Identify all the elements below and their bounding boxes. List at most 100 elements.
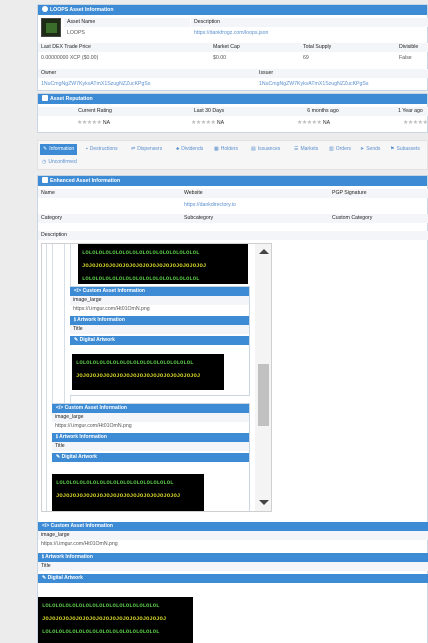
info-icon [42,6,48,12]
reputation-header: Asset Reputation [38,94,427,104]
name-label: Name [38,189,181,198]
digital-artwork-block: LOLOLOLOLOLOLOLOLOLOLOLOLOLOLOLOLOL JOJO… [72,354,224,390]
artwork-info-header: ℹ Artwork Information [70,316,249,325]
subassets-icon: ⚑ [390,146,395,152]
tab-information[interactable]: ✎ Information [40,144,78,155]
artwork-info-header: ℹ Artwork Information [38,553,428,562]
send-icon: ➤ [360,146,365,152]
asset-icon [41,18,61,37]
nested-custom-info: </> Custom Asset Information image_large… [70,286,250,396]
rating-30-days[interactable]: ★★★★★ NA [188,119,266,128]
description-section-label: Description [38,231,428,240]
issuer-label: Issuer [256,69,428,78]
total-supply-value: 69 [303,55,309,61]
outer-custom-info-header: </> Custom Asset Information [52,404,249,413]
website-label: Website [181,189,329,198]
brush-icon: ✎ [42,575,47,581]
custom-info-section: </> Custom Asset Information image_large… [38,522,428,583]
title-label: Title [52,442,249,451]
tab-destructions[interactable]: ▪ Destructions [86,144,118,155]
asset-name-value: LOOPS [67,30,85,36]
tab-sends[interactable]: ➤ Sends [360,144,380,155]
orders-icon: ▥ [329,146,334,152]
description-scrollbar[interactable] [255,244,271,511]
brush-icon: ✎ [56,454,61,460]
description-scroll-box[interactable]: LOLOLOLOLOLOLOLOLOLOLOLOLOLOLOLOLOL JOJO… [41,243,272,512]
total-supply-label: Total Supply [300,43,396,52]
tab-markets[interactable]: ☰ Markets [294,144,318,155]
digital-artwork-header: ✎ Digital Artwork [38,574,428,583]
code-icon: </> [42,523,50,529]
rating-current[interactable]: ★★★★★ NA [74,119,152,128]
rating-6-months[interactable]: ★★★★★ NA [294,119,372,128]
enhanced-info-panel: Enhanced Asset Information Name Website … [37,175,428,643]
tab-unconfirmed[interactable]: ◷ Unconfirmed [42,157,77,168]
rep-col-1-year: 1 Year ago [380,107,428,116]
shield-icon [42,95,48,101]
rep-col-current: Current Rating [38,107,152,116]
digital-artwork-main: LOLOLOLOLOLOLOLOLOLOLOLOLOLOLOLOLOL JOJO… [38,597,193,643]
image-url-link[interactable]: https://i.imgur.com/Ht01OmN.png [52,422,249,431]
tab-orders[interactable]: ▥ Orders [329,144,351,155]
image-large-label: image_large [70,296,249,305]
rating-1-year[interactable]: ★★★★★ [400,119,428,128]
market-cap-value: $0.00 [213,55,226,61]
subcategory-label: Subcategory [181,214,329,223]
tab-subassets[interactable]: ⚑ Subassets [390,144,420,155]
image-url-link[interactable]: https://i.imgur.com/Ht01OmN.png [70,305,249,314]
custom-category-label: Custom Category [329,214,428,223]
star-rating-icon: ★★★★★ [297,120,322,126]
digital-artwork-header: ✎ Digital Artwork [70,336,249,345]
star-rating-icon: ★★★★★ [191,120,216,126]
code-icon: </> [56,405,64,411]
scroll-up-arrow-icon[interactable] [259,249,269,254]
asset-info-header: LOOPS Asset Information [38,5,427,15]
artwork-top-block: LOLOLOLOLOLOLOLOLOLOLOLOLOLOLOLOLOL JOJO… [78,244,248,284]
description-link[interactable]: https://dankfrogz.com/loops.json [191,29,428,38]
tab-holders[interactable]: ▦ Holders [214,144,238,155]
owner-address-link[interactable]: 1NuCmgNgZW7KykvATmX1SzugNZZucKPgSs [38,80,256,89]
divisible-label: Divisible [396,43,428,52]
image-url-link[interactable]: https://i.imgur.com/Ht01OmN.png [38,540,428,549]
tab-dividends[interactable]: ♣ Dividends [176,144,203,155]
asset-name-label: Asset Name [64,18,190,27]
id-card-icon [42,177,48,183]
market-cap-label: Market Cap [210,43,300,52]
clock-icon: ◷ [42,159,47,165]
last-trade-label: Last DEX Trade Price [38,43,210,52]
nested-custom-info-outer: </> Custom Asset Information image_large… [52,403,250,511]
image-large-label: image_large [52,413,249,422]
code-icon: </> [74,288,82,294]
artwork-info-header: ℹ Artwork Information [52,433,249,442]
reputation-title: Asset Reputation [50,96,93,102]
scroll-down-arrow-icon[interactable] [259,500,269,505]
info-icon: ✎ [43,146,48,152]
title-label: Title [70,325,249,334]
image-large-label: image_large [38,531,428,540]
enhanced-info-title: Enhanced Asset Information [50,178,121,184]
info-icon: ℹ [42,554,44,560]
custom-info-header: </> Custom Asset Information [38,522,428,531]
description-label: Description [191,18,428,27]
tab-dispensers[interactable]: ⇌ Dispensers [131,144,162,155]
issuance-icon: ▤ [251,146,256,152]
dispenser-icon: ⇌ [131,146,136,152]
enhanced-info-header: Enhanced Asset Information [38,176,427,186]
rep-col-30-days: Last 30 Days [152,107,266,116]
title-label: Title [38,562,428,571]
digital-artwork-header: ✎ Digital Artwork [52,453,249,462]
asset-info-panel: LOOPS Asset Information Asset Name Descr… [37,4,428,91]
asset-info-title: LOOPS Asset Information [50,7,114,13]
info-icon: ℹ [56,434,58,440]
dividend-icon: ♣ [176,146,180,152]
issuer-address-link[interactable]: 1NuCmgNgZW7KykvATmX1SzugNZZucKPgSs [256,80,428,89]
info-icon: ℹ [74,317,76,323]
star-rating-icon: ★★★★★ [403,120,428,126]
rep-col-6-months: 6 months ago [266,107,380,116]
star-rating-icon: ★★★★★ [77,120,102,126]
main-content: LOOPS Asset Information Asset Name Descr… [37,4,428,643]
website-link[interactable]: https://dankdirectory.io [181,201,329,210]
pgp-label: PGP Signature [329,189,428,198]
scrollbar-thumb[interactable] [258,364,269,426]
tab-issuances[interactable]: ▤ Issuances [251,144,280,155]
